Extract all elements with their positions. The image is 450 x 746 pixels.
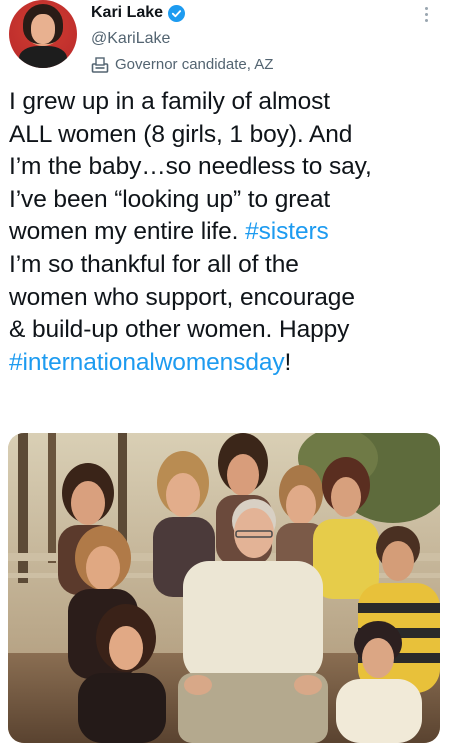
tweet[interactable]: Kari Lake @KariLake Governor candidate, … xyxy=(0,0,450,746)
tweet-text-line: #internationalwomensday! xyxy=(9,347,439,380)
tweet-text-line: I’ve been “looking up” to great xyxy=(9,184,439,217)
author-name-row: Kari Lake xyxy=(91,4,186,22)
tweet-text-line: I’m the baby…so needless to say, xyxy=(9,151,439,184)
tweet-text-segment: women who support, encourage xyxy=(9,283,355,311)
tweet-text-line: I grew up in a family of almost xyxy=(9,86,439,119)
tweet-photo[interactable] xyxy=(8,433,440,743)
tweet-text-line: women my entire life. #sisters xyxy=(9,216,439,249)
tweet-text-line: ALL women (8 girls, 1 boy). And xyxy=(9,119,439,152)
author-name[interactable]: Kari Lake xyxy=(91,4,163,22)
tweet-text-segment: & build-up other women. Happy xyxy=(9,316,350,344)
family-photo-image xyxy=(8,433,440,743)
tweet-text-line: I’m so thankful for all of the xyxy=(9,249,439,282)
tweet-text-segment: I grew up in a family of almost xyxy=(9,88,330,115)
tweet-text-line: & build-up other women. Happy xyxy=(9,314,439,347)
verified-badge-icon xyxy=(168,4,186,22)
more-options-icon[interactable] xyxy=(416,4,436,24)
tweet-text-segment: I’ve been “looking up” to great xyxy=(9,185,331,213)
tweet-text-line: women who support, encourage xyxy=(9,282,439,315)
avatar-shirt xyxy=(19,46,67,68)
author-label: Governor candidate, AZ xyxy=(115,56,274,73)
hashtag-link[interactable]: #internationalwomensday xyxy=(9,349,285,376)
author-label-row: Governor candidate, AZ xyxy=(91,56,273,73)
tweet-text-segment: women my entire life. xyxy=(9,218,246,246)
tweet-text-segment: ! xyxy=(284,348,292,376)
avatar-face xyxy=(31,14,55,44)
hashtag-link[interactable]: #sisters xyxy=(245,218,329,245)
ballot-box-icon xyxy=(91,56,109,73)
tweet-text-segment: I’m the baby…so needless to say, xyxy=(9,153,372,181)
avatar[interactable] xyxy=(9,0,77,68)
tweet-text: I grew up in a family of almost ALL women… xyxy=(9,86,439,379)
tweet-text-segment: I’m so thankful for all of the xyxy=(9,250,299,278)
tweet-text-segment: ALL women (8 girls, 1 boy). And xyxy=(9,120,353,148)
author-handle[interactable]: @KariLake xyxy=(91,30,170,48)
